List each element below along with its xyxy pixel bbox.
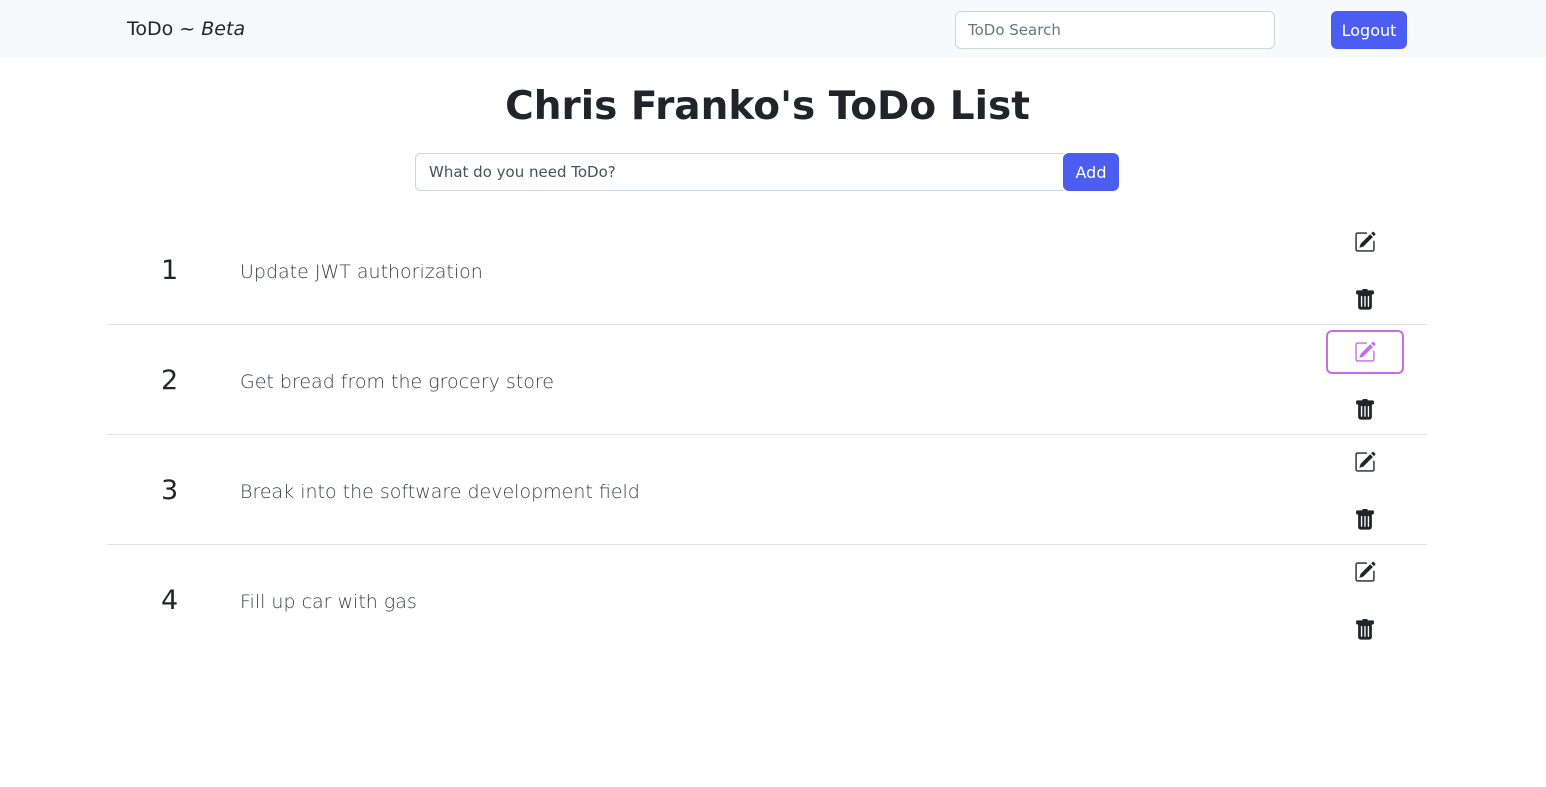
edit-todo-button[interactable] [1326, 330, 1404, 374]
todo-number: 3 [161, 475, 179, 506]
navbar: ToDo ~ Beta Logout [0, 0, 1546, 57]
pencil-square-icon [1354, 451, 1376, 473]
logout-button[interactable]: Logout [1331, 11, 1407, 49]
todo-list: 1 Update JWT authorization 2 Get bread f… [107, 215, 1427, 655]
page-title: Chris Franko's ToDo List [505, 84, 1030, 129]
todo-item: 4 Fill up car with gas [107, 545, 1427, 655]
brand-logo[interactable]: ToDo ~ Beta [127, 17, 245, 41]
todo-text: Get bread from the grocery store [240, 371, 554, 393]
new-todo-input[interactable] [415, 153, 1063, 191]
brand-beta-tag: Beta [201, 18, 246, 40]
trash-icon [1354, 619, 1376, 641]
todo-item: 3 Break into the software development fi… [107, 435, 1427, 545]
trash-icon [1354, 289, 1376, 311]
pencil-square-icon [1354, 231, 1376, 253]
add-todo-form: Add [415, 153, 1119, 191]
todo-item: 1 Update JWT authorization [107, 215, 1427, 325]
todo-text: Update JWT authorization [240, 261, 483, 283]
pencil-square-icon [1354, 341, 1376, 363]
delete-todo-button[interactable] [1326, 608, 1404, 652]
brand-name: ToDo ~ [127, 18, 202, 40]
edit-todo-button[interactable] [1326, 220, 1404, 264]
add-todo-button[interactable]: Add [1063, 153, 1119, 191]
edit-todo-button[interactable] [1326, 440, 1404, 484]
delete-todo-button[interactable] [1326, 498, 1404, 542]
delete-todo-button[interactable] [1326, 388, 1404, 432]
trash-icon [1354, 509, 1376, 531]
todo-number: 1 [161, 255, 179, 286]
todo-text: Break into the software development fiel… [240, 481, 640, 503]
todo-search-input[interactable] [955, 11, 1275, 49]
todo-text: Fill up car with gas [240, 591, 417, 613]
edit-todo-button[interactable] [1326, 550, 1404, 594]
todo-number: 4 [161, 585, 179, 616]
delete-todo-button[interactable] [1326, 278, 1404, 322]
pencil-square-icon [1354, 561, 1376, 583]
trash-icon [1354, 399, 1376, 421]
todo-number: 2 [161, 365, 179, 396]
todo-item: 2 Get bread from the grocery store [107, 325, 1427, 435]
